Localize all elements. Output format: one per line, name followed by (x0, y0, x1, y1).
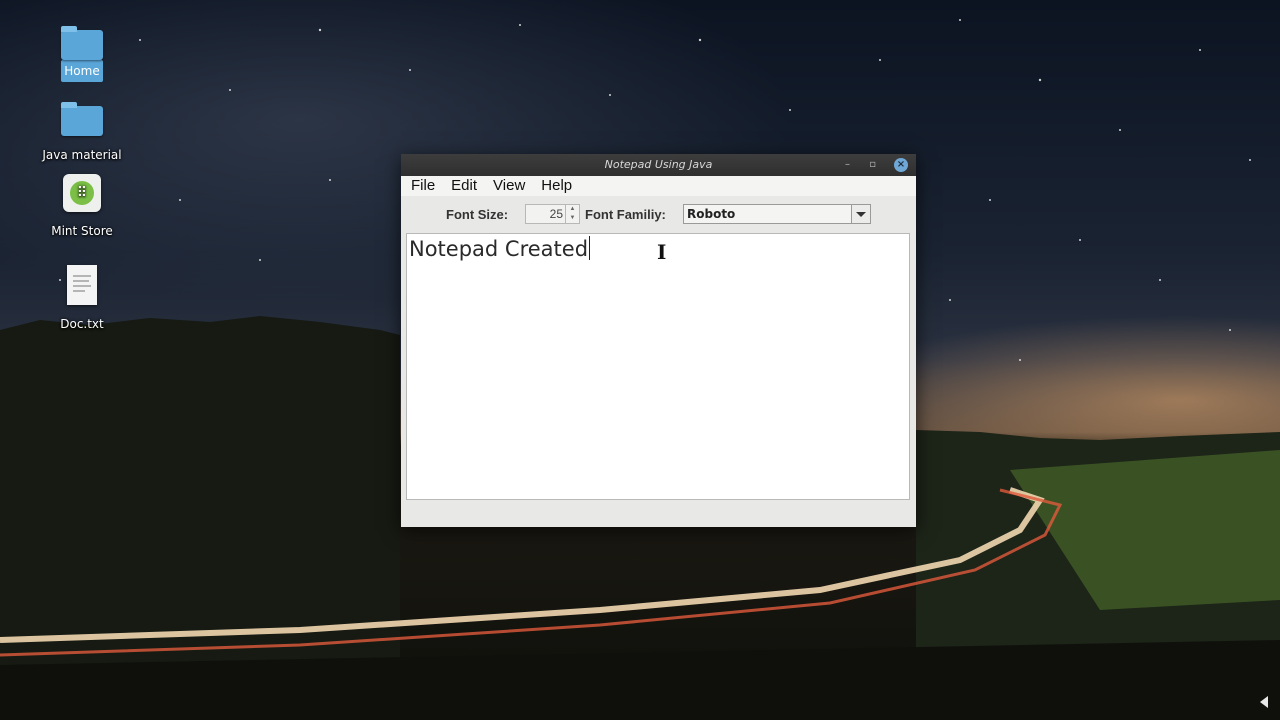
text-document-icon (67, 265, 97, 305)
font-size-label: Font Size: (446, 207, 509, 222)
window-title: Notepad Using Java (604, 158, 713, 171)
desktop-icon-home[interactable]: Home (52, 26, 112, 82)
mint-store-glyph: ⠿ (70, 181, 94, 205)
font-toolbar: Font Size: 25 ▲ ▼ Font Familiy: Roboto (401, 196, 916, 232)
font-size-value[interactable]: 25 (550, 207, 563, 221)
editor-textarea[interactable]: Notepad Created I (406, 233, 910, 500)
desktop-icon-home-label: Home (61, 60, 103, 82)
text-caret (589, 236, 591, 260)
maximize-button[interactable]: ▫ (869, 154, 876, 176)
desktop-icon-java-material[interactable]: Java material (32, 102, 132, 162)
desktop-icon-mint-store-label: Mint Store (51, 224, 113, 238)
mint-store-icon: ⠿ (63, 174, 101, 212)
close-button[interactable]: × (894, 158, 908, 172)
menu-file[interactable]: File (403, 176, 443, 196)
menu-bar: File Edit View Help (401, 176, 916, 196)
menu-edit[interactable]: Edit (443, 176, 485, 196)
font-family-value: Roboto (687, 207, 736, 221)
font-family-select[interactable]: Roboto (683, 204, 871, 224)
desktop-icon-doc-txt-label: Doc.txt (60, 317, 104, 331)
ibeam-cursor-icon: I (657, 240, 667, 264)
menu-help[interactable]: Help (533, 176, 580, 196)
home-folder-icon (61, 26, 103, 60)
font-size-spinner[interactable]: 25 ▲ ▼ (525, 204, 580, 224)
desktop-icon-mint-store[interactable]: ⠿ Mint Store (32, 174, 132, 238)
desktop-icon-doc-txt[interactable]: Doc.txt (32, 265, 132, 331)
editor-text-line: Notepad Created (409, 236, 591, 261)
desktop-icon-java-material-label: Java material (42, 148, 122, 162)
chevron-down-icon[interactable] (851, 205, 870, 223)
folder-icon (61, 102, 103, 136)
notepad-window: Notepad Using Java – ▫ × File Edit View … (401, 154, 916, 527)
font-family-label: Font Familiy: (585, 207, 666, 222)
editor-text: Notepad Created (409, 237, 589, 261)
window-titlebar[interactable]: Notepad Using Java – ▫ × (401, 154, 916, 176)
minimize-button[interactable]: – (845, 154, 850, 176)
spinner-arrows-icon[interactable]: ▲ ▼ (565, 205, 579, 223)
panel-arrow-icon[interactable] (1260, 696, 1268, 708)
menu-view[interactable]: View (485, 176, 533, 196)
